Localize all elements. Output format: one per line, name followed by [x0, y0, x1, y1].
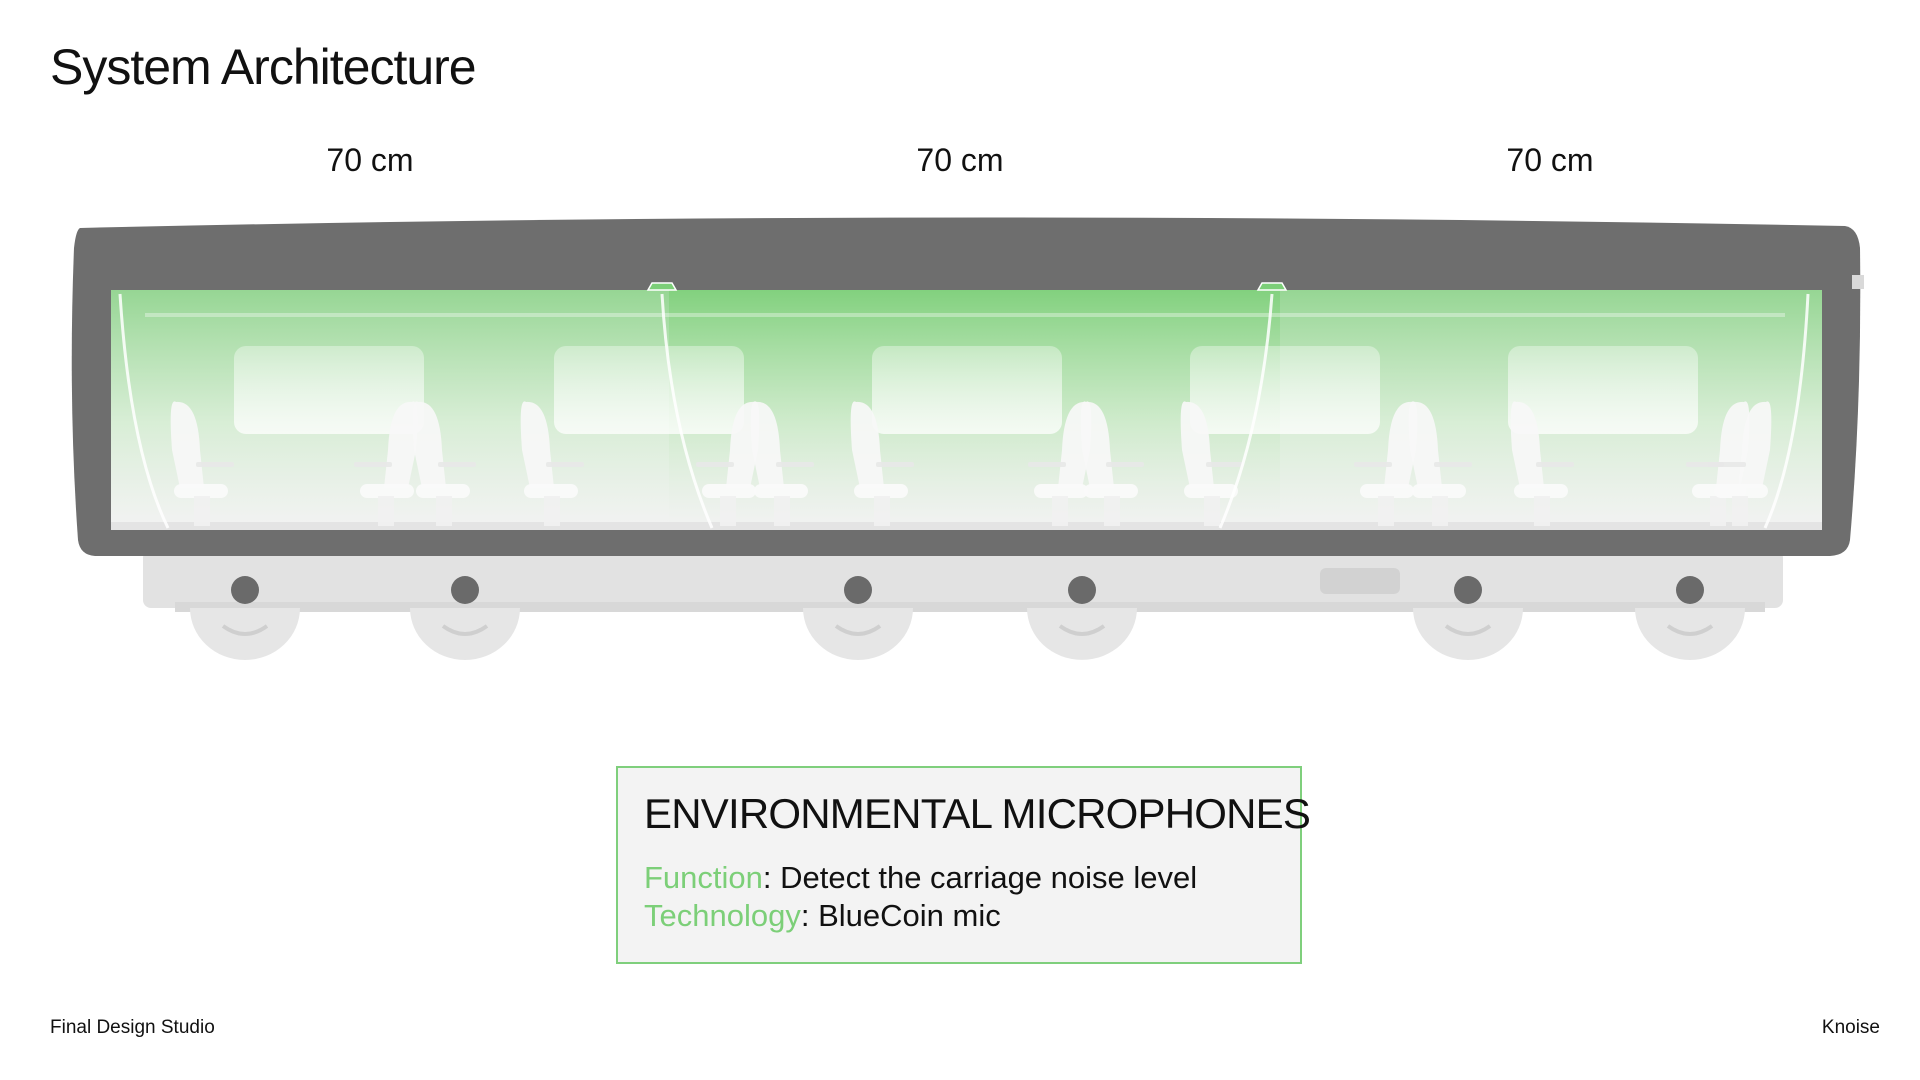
window-icon — [1508, 346, 1698, 434]
microphone-sensor-icon — [1256, 282, 1288, 291]
microphone-sensor-icon — [646, 282, 678, 291]
function-row: Function: Detect the carriage noise leve… — [644, 860, 1197, 896]
technology-value: BlueCoin mic — [818, 898, 1001, 933]
dimension-label-center: 70 cm — [916, 142, 1004, 178]
page-title: System Architecture — [50, 39, 477, 95]
function-value: Detect the carriage noise level — [780, 860, 1198, 895]
dimension-label-left: 70 cm — [326, 142, 414, 178]
function-separator: : — [762, 860, 781, 895]
technology-row: Technology: BlueCoin mic — [644, 898, 1001, 934]
info-heading: ENVIRONMENTAL MICROPHONES — [644, 790, 1311, 837]
dimension-label-right: 70 cm — [1506, 142, 1594, 178]
window-icon — [1190, 346, 1380, 434]
window-icon — [872, 346, 1062, 434]
footer-left: Final Design Studio — [50, 1017, 215, 1038]
info-box: ENVIRONMENTAL MICROPHONES Function: Dete… — [616, 766, 1311, 964]
window-icon — [554, 346, 744, 434]
undercarriage — [143, 550, 1783, 612]
technology-label: Technology — [644, 898, 801, 933]
function-label: Function — [644, 860, 763, 895]
footer-right: Knoise — [1821, 1017, 1880, 1038]
technology-separator: : — [800, 898, 819, 933]
train-carriage-diagram — [71, 217, 1864, 660]
